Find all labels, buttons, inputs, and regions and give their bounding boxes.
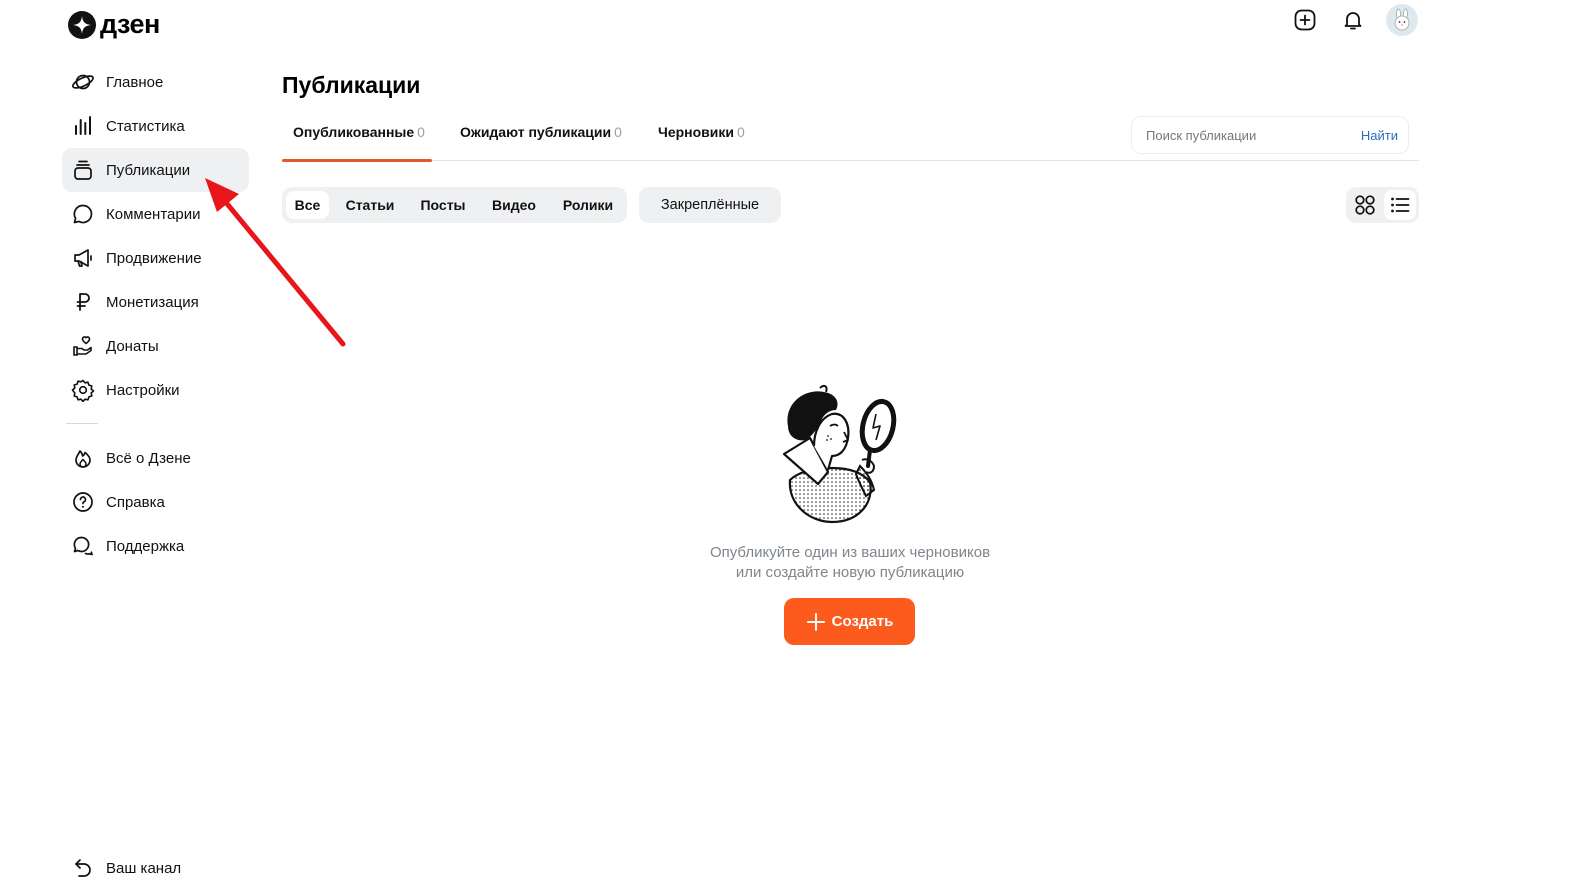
sidebar-item-label: Настройки (106, 381, 180, 399)
sidebar-item-label: Справка (106, 493, 165, 511)
create-button-label: Создать (831, 613, 894, 630)
avatar[interactable] (1386, 4, 1418, 36)
search-input[interactable] (1144, 126, 1348, 144)
bar-chart-icon (71, 114, 95, 138)
sidebar-item-settings[interactable]: Настройки (62, 368, 249, 412)
filter-all[interactable]: Все (286, 191, 329, 219)
sidebar-item-your-channel[interactable]: Ваш канал (62, 846, 249, 890)
sidebar-item-label: Всё о Дзене (106, 449, 191, 467)
tab-awaiting[interactable]: Ожидают публикации 0 (460, 124, 622, 160)
sidebar-item-label: Ваш канал (106, 859, 182, 877)
zen-star-icon (68, 10, 96, 39)
avatar-bunny-icon (1394, 8, 1410, 31)
list-view-button[interactable] (1384, 190, 1416, 220)
grid-view-icon (1355, 195, 1375, 215)
empty-state-illustration (782, 384, 897, 524)
chat-icon (71, 534, 95, 558)
tab-count: 0 (737, 124, 745, 140)
sidebar-item-home[interactable]: Главное (62, 60, 249, 104)
sidebar-item-label: Главное (106, 73, 164, 91)
pinned-filter-button[interactable]: Закреплённые (639, 187, 781, 223)
tab-drafts[interactable]: Черновики 0 (658, 124, 745, 160)
empty-state-line-2: или создайте новую публикацию (735, 564, 965, 581)
sidebar-item-label: Монетизация (106, 293, 199, 311)
tab-published[interactable]: Опубликованные 0 (293, 124, 425, 160)
search-box: Найти (1131, 116, 1409, 154)
plus-icon (806, 612, 825, 631)
ruble-icon (71, 290, 95, 314)
filter-articles[interactable]: Статьи (338, 191, 402, 219)
sidebar-item-label: Комментарии (106, 205, 201, 223)
sidebar-item-label: Продвижение (106, 249, 202, 267)
sidebar-item-statistics[interactable]: Статистика (62, 104, 249, 148)
bell-icon[interactable] (1340, 7, 1366, 33)
sidebar-item-label: Поддержка (106, 537, 185, 555)
back-arrow-icon (71, 856, 95, 880)
filter-clips[interactable]: Ролики (556, 191, 620, 219)
gear-icon (71, 378, 95, 402)
grid-view-button[interactable] (1349, 190, 1381, 220)
page-title: Публикации (282, 72, 421, 98)
list-view-icon (1391, 197, 1410, 213)
hand-heart-icon (71, 334, 95, 358)
sidebar-item-about-zen[interactable]: Всё о Дзене (62, 436, 249, 480)
sidebar-divider (66, 423, 98, 424)
sidebar-item-help[interactable]: Справка (62, 480, 249, 524)
empty-state-message: Опубликуйте один из ваших черновиков или… (650, 543, 1050, 583)
tab-count: 0 (417, 124, 425, 140)
sidebar-item-label: Статистика (106, 117, 185, 135)
tab-label: Ожидают публикации (460, 124, 612, 140)
sidebar-item-support[interactable]: Поддержка (62, 524, 249, 568)
tab-label: Опубликованные (293, 124, 415, 140)
active-tab-indicator (282, 159, 432, 162)
megaphone-icon (71, 246, 95, 270)
comment-icon (71, 202, 95, 226)
plus-square-icon[interactable] (1292, 7, 1318, 33)
logo-text: дзен (100, 9, 160, 39)
help-circle-icon (71, 490, 95, 514)
filter-posts[interactable]: Посты (413, 191, 473, 219)
tab-label: Черновики (658, 124, 735, 140)
flame-icon (71, 446, 95, 470)
logo[interactable]: дзен (68, 9, 160, 40)
tabs-divider (282, 160, 1419, 161)
tab-count: 0 (614, 124, 622, 140)
filter-video[interactable]: Видео (484, 191, 544, 219)
sidebar-item-label: Публикации (106, 161, 191, 179)
search-button[interactable]: Найти (1361, 128, 1398, 143)
stack-icon (71, 158, 95, 182)
planet-icon (71, 70, 95, 94)
create-button[interactable]: Создать (784, 598, 915, 645)
sidebar-item-label: Донаты (106, 337, 159, 355)
empty-state-line-1: Опубликуйте один из ваших черновиков (709, 544, 991, 561)
